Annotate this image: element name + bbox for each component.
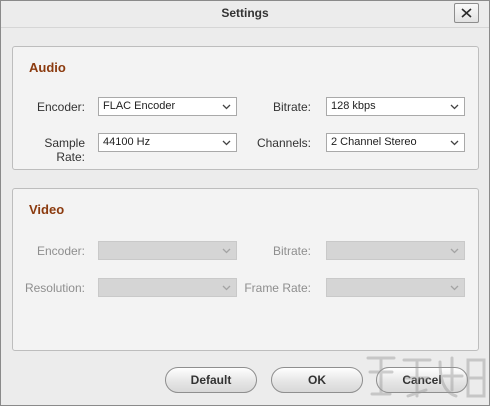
channels-select[interactable]: 2 Channel Stereo: [326, 133, 465, 152]
sample-rate-label: Sample Rate:: [44, 136, 85, 164]
settings-dialog: Settings Audio Encoder: FLAC Encoder Bit…: [0, 0, 490, 406]
video-section: Video Encoder: Bitrate: Resolution: Fram…: [12, 188, 479, 351]
audio-bitrate-label: Bitrate:: [272, 100, 311, 114]
close-button[interactable]: [454, 3, 479, 23]
resolution-label: Resolution:: [24, 281, 85, 295]
video-section-title: Video: [29, 202, 65, 217]
close-icon: [461, 8, 472, 18]
audio-encoder-value: FLAC Encoder: [103, 100, 176, 112]
video-bitrate-select[interactable]: [326, 241, 465, 260]
chevron-down-icon: [450, 285, 459, 291]
ok-button[interactable]: OK: [271, 367, 363, 393]
chevron-down-icon: [222, 140, 231, 146]
audio-bitrate-select[interactable]: 128 kbps: [326, 97, 465, 116]
video-encoder-select[interactable]: [98, 241, 237, 260]
dialog-title: Settings: [221, 6, 269, 20]
sample-rate-select[interactable]: 44100 Hz: [98, 133, 237, 152]
chevron-down-icon: [450, 248, 459, 254]
frame-rate-label: Frame Rate:: [244, 281, 311, 295]
chevron-down-icon: [222, 285, 231, 291]
video-bitrate-label: Bitrate:: [272, 244, 311, 258]
chevron-down-icon: [450, 140, 459, 146]
channels-label: Channels:: [256, 136, 311, 150]
watermark-logo: [366, 356, 486, 398]
frame-rate-select[interactable]: [326, 278, 465, 297]
audio-bitrate-value: 128 kbps: [331, 100, 376, 112]
chevron-down-icon: [450, 104, 459, 110]
audio-section-title: Audio: [29, 60, 66, 75]
resolution-select[interactable]: [98, 278, 237, 297]
chevron-down-icon: [222, 248, 231, 254]
title-bar: Settings: [1, 1, 489, 28]
default-button[interactable]: Default: [165, 367, 257, 393]
video-encoder-label: Encoder:: [36, 244, 85, 258]
chevron-down-icon: [222, 104, 231, 110]
audio-encoder-select[interactable]: FLAC Encoder: [98, 97, 237, 116]
sample-rate-value: 44100 Hz: [103, 136, 151, 148]
audio-section: Audio Encoder: FLAC Encoder Bitrate: 128…: [12, 46, 479, 170]
audio-encoder-label: Encoder:: [36, 100, 85, 114]
channels-value: 2 Channel Stereo: [331, 136, 417, 148]
